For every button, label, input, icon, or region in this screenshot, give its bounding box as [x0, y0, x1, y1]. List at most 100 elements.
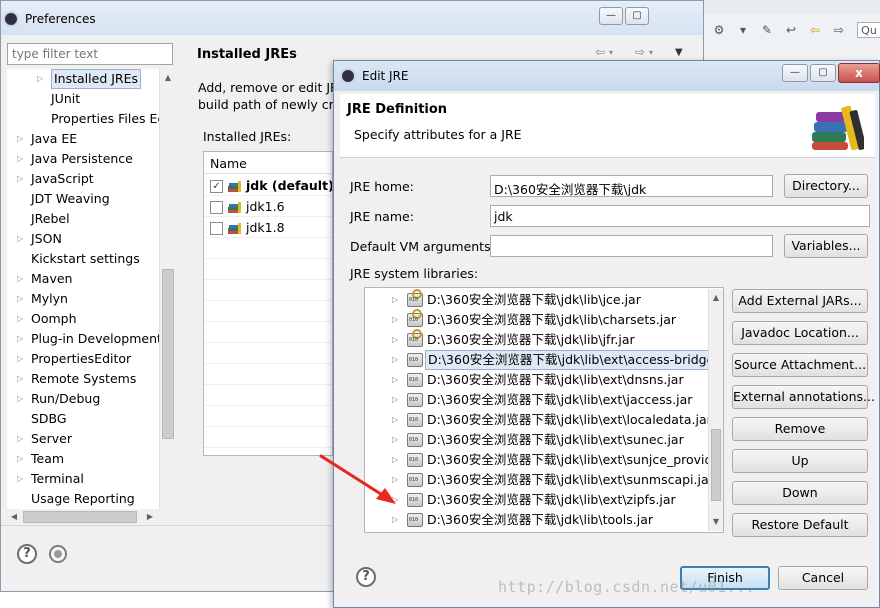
tree-hscroll-thumb[interactable] — [23, 511, 137, 523]
name-column-header[interactable]: Name — [204, 152, 332, 174]
expand-arrow-icon[interactable]: ▷ — [392, 510, 398, 530]
tree-item[interactable]: ▷ Maven — [7, 269, 175, 289]
expand-arrow-icon[interactable]: ▷ — [17, 469, 27, 489]
tree-vertical-scrollbar[interactable]: ▲ — [159, 69, 175, 509]
down-button[interactable]: Down — [732, 481, 868, 505]
nav-back-icon[interactable]: ⇦ — [807, 22, 823, 38]
add-external-jars-button[interactable]: Add External JARs... — [732, 289, 868, 313]
libraries-vertical-scrollbar[interactable]: ▲ ▼ — [708, 289, 723, 531]
jre-row[interactable]: ✓ jdk (default) — [204, 176, 332, 196]
forward-dropdown-icon[interactable]: ▾ — [649, 48, 653, 57]
expand-arrow-icon[interactable]: ▷ — [17, 229, 27, 249]
edit-jre-titlebar[interactable]: Edit JRE — ▢ x — [334, 61, 880, 91]
expand-arrow-icon[interactable]: ▷ — [17, 329, 27, 349]
javadoc-location-button[interactable]: Javadoc Location... — [732, 321, 868, 345]
run-icon[interactable]: ⚙ — [711, 22, 727, 38]
up-button[interactable]: Up — [732, 449, 868, 473]
expand-arrow-icon[interactable]: ▷ — [17, 389, 27, 409]
tree-item[interactable]: JRebel — [7, 209, 175, 229]
library-item[interactable]: ▷ D:\360安全浏览器下载\jdk\lib\ext\access-bridge… — [365, 350, 723, 370]
tree-item[interactable]: ▷ Installed JREs — [7, 69, 175, 89]
library-item[interactable]: ▷D:\360安全浏览器下载\jdk\lib\ext\sunmscapi.jar — [365, 470, 714, 490]
scroll-left-icon[interactable]: ◀ — [7, 510, 21, 524]
maximize-button[interactable]: ▢ — [810, 64, 836, 82]
expand-arrow-icon[interactable]: ▷ — [392, 410, 398, 430]
expand-arrow-icon[interactable]: ▷ — [392, 370, 398, 390]
expand-arrow-icon[interactable]: ▷ — [17, 289, 27, 309]
expand-arrow-icon[interactable]: ▷ — [392, 290, 398, 310]
record-icon[interactable] — [49, 545, 67, 563]
tree-item[interactable]: ▷ Java EE — [7, 129, 175, 149]
expand-arrow-icon[interactable]: ▷ — [37, 69, 47, 89]
tree-item[interactable]: ▷ Remote Systems — [7, 369, 175, 389]
library-item[interactable]: ▷ D:\360安全浏览器下载\jdk\lib\tools.jar — [365, 510, 709, 530]
tree-item[interactable]: JDT Weaving — [7, 189, 175, 209]
library-item[interactable]: ▷ D:\360安全浏览器下载\jdk\lib\ext\dnsns.jar — [365, 370, 709, 390]
library-item[interactable]: ▷ D:\360安全浏览器下载\jdk\lib\jfr.jar — [365, 329, 709, 350]
preferences-titlebar[interactable]: Preferences — ▢ — [1, 1, 703, 35]
expand-arrow-icon[interactable]: ▷ — [392, 330, 398, 350]
maximize-button[interactable]: ▢ — [625, 7, 649, 25]
jre-row[interactable]: jdk1.8 — [204, 218, 332, 238]
expand-arrow-icon[interactable]: ▷ — [17, 149, 27, 169]
minimize-button[interactable]: — — [599, 7, 623, 25]
jre-checkbox[interactable] — [210, 222, 223, 235]
library-item[interactable]: ▷ D:\360安全浏览器下载\jdk\lib\ext\jaccess.jar — [365, 390, 709, 410]
help-button[interactable]: ? — [356, 567, 376, 587]
library-item[interactable]: ▷ D:\360安全浏览器下载\jdk\lib\ext\sunec.jar — [365, 430, 709, 450]
restore-default-button[interactable]: Restore Default — [732, 513, 868, 537]
scroll-down-icon[interactable]: ▼ — [709, 515, 723, 529]
expand-arrow-icon[interactable]: ▷ — [392, 430, 398, 450]
library-item[interactable]: ▷ D:\360安全浏览器下载\jdk\lib\ext\localedata.ja… — [365, 410, 712, 430]
tree-item[interactable]: ▷ Plug-in Development — [7, 329, 175, 349]
back-dropdown-icon[interactable]: ▾ — [609, 48, 613, 57]
view-menu-icon[interactable]: ▼ — [675, 47, 683, 58]
external-annotations-button[interactable]: External annotations... — [732, 385, 875, 409]
library-item[interactable]: ▷ D:\360安全浏览器下载\jdk\lib\jce.jar — [365, 289, 709, 310]
tree-item[interactable]: ▷ Terminal — [7, 469, 175, 489]
tree-item[interactable]: Kickstart settings — [7, 249, 175, 269]
vm-args-field[interactable] — [490, 235, 773, 257]
directory-button[interactable]: Directory... — [784, 174, 868, 198]
close-button[interactable]: x — [838, 63, 880, 83]
quick-access-input[interactable]: Qu — [857, 22, 880, 38]
library-item[interactable]: ▷D:\360安全浏览器下载\jdk\lib\ext\zipfs.jar — [365, 490, 709, 510]
libraries-scroll-thumb[interactable] — [711, 429, 721, 501]
tree-item[interactable]: SDBG — [7, 409, 175, 429]
remove-button[interactable]: Remove — [732, 417, 868, 441]
tree-item[interactable]: ▷ Java Persistence — [7, 149, 175, 169]
expand-arrow-icon[interactable]: ▷ — [17, 269, 27, 289]
jre-row[interactable]: jdk1.6 — [204, 197, 332, 217]
tree-item[interactable]: Usage Reporting — [7, 489, 175, 509]
jre-home-field[interactable]: D:\360安全浏览器下载\jdk — [490, 175, 773, 197]
tree-item[interactable]: ▷ JavaScript — [7, 169, 175, 189]
tree-scroll-thumb[interactable] — [162, 269, 174, 439]
tree-horizontal-scrollbar[interactable]: ◀ ▶ — [7, 509, 159, 525]
jre-checkbox[interactable] — [210, 201, 223, 214]
expand-arrow-icon[interactable]: ▷ — [17, 369, 27, 389]
library-item[interactable]: ▷ D:\360安全浏览器下载\jdk\lib\charsets.jar — [365, 309, 709, 330]
tree-item[interactable]: ▷ Oomph — [7, 309, 175, 329]
jre-checkbox[interactable]: ✓ — [210, 180, 223, 193]
cancel-button[interactable]: Cancel — [778, 566, 868, 590]
library-item[interactable]: ▷D:\360安全浏览器下载\jdk\lib\ext\sunjce_provid… — [365, 450, 723, 470]
tree-item[interactable]: Properties Files Ed — [7, 109, 175, 129]
expand-arrow-icon[interactable]: ▷ — [17, 429, 27, 449]
minimize-button[interactable]: — — [782, 64, 808, 82]
tree-item[interactable]: ▷ JSON — [7, 229, 175, 249]
expand-arrow-icon[interactable]: ▷ — [17, 169, 27, 189]
jre-name-field[interactable]: jdk — [490, 205, 870, 227]
help-button[interactable]: ? — [17, 544, 37, 564]
tree-item[interactable]: ▷ Run/Debug — [7, 389, 175, 409]
expand-arrow-icon[interactable]: ▷ — [17, 309, 27, 329]
expand-arrow-icon[interactable]: ▷ — [392, 310, 398, 330]
nav-back-icon[interactable]: ⇦ — [595, 45, 605, 59]
expand-arrow-icon[interactable]: ▷ — [17, 449, 27, 469]
nav-forward-icon[interactable]: ⇨ — [635, 45, 645, 59]
scroll-up-icon[interactable]: ▲ — [709, 291, 723, 305]
source-attachment-button[interactable]: Source Attachment... — [732, 353, 868, 377]
expand-arrow-icon[interactable]: ▷ — [392, 390, 398, 410]
filter-input[interactable] — [7, 43, 173, 65]
pin-icon[interactable]: ✎ — [759, 22, 775, 38]
scroll-up-icon[interactable]: ▲ — [161, 71, 175, 85]
